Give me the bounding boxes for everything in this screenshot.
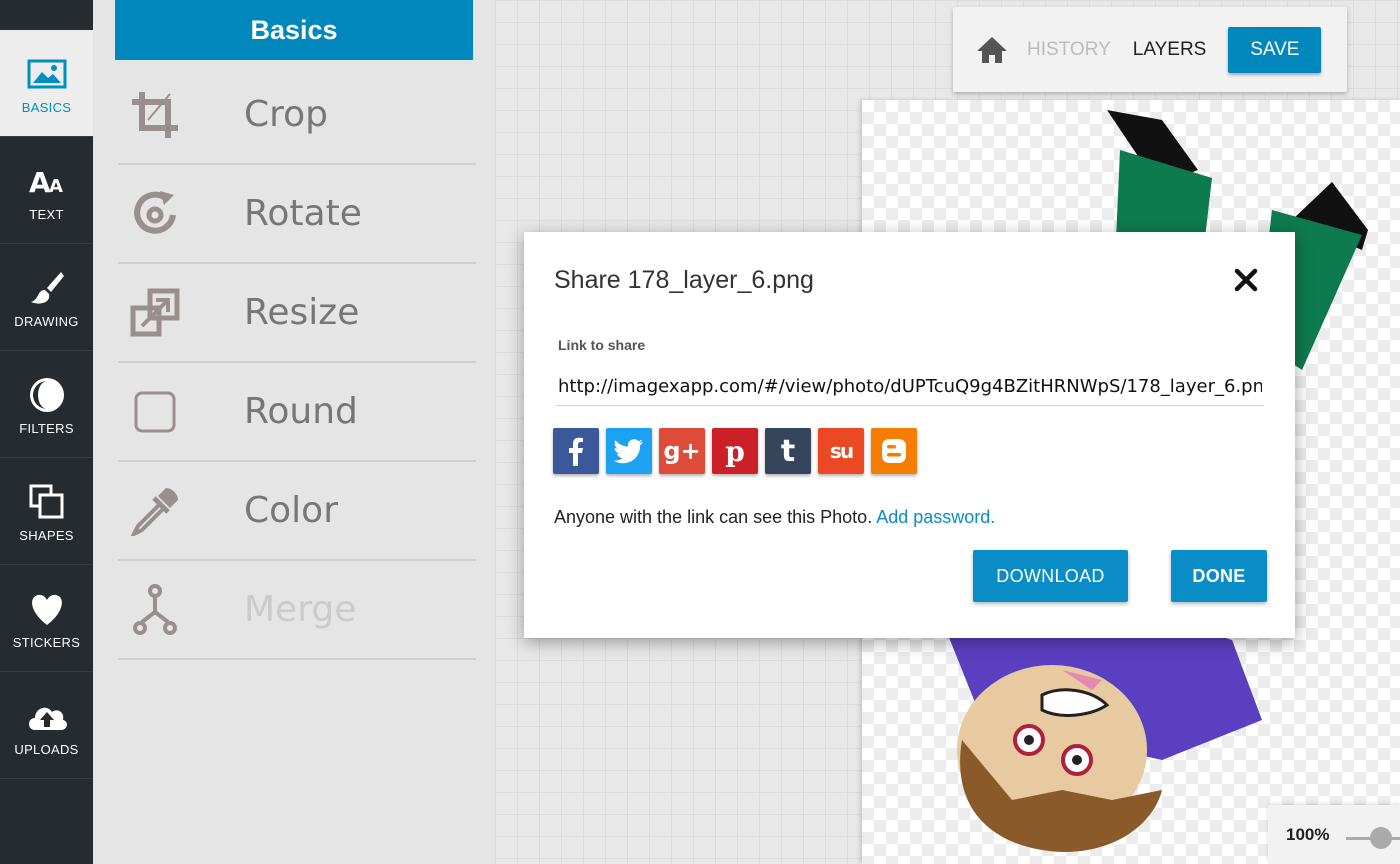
panel-title: Basics <box>115 0 473 60</box>
merge-icon <box>118 583 192 636</box>
image-icon <box>25 52 69 96</box>
save-button[interactable]: SAVE <box>1228 26 1322 73</box>
nav-top-spacer <box>0 0 93 30</box>
nav-item-shapes[interactable]: SHAPES <box>0 458 93 565</box>
add-password-link[interactable]: Add password. <box>876 507 995 527</box>
nav-label: BASICS <box>21 99 72 115</box>
tool-label: Merge <box>244 589 357 630</box>
blogger-share-button[interactable] <box>871 428 917 474</box>
nav-item-text[interactable]: AA TEXT <box>0 137 93 244</box>
brush-icon <box>25 266 69 310</box>
tool-resize[interactable]: Resize <box>118 264 476 363</box>
social-buttons: g+ p t su <box>553 428 917 474</box>
blogger-icon <box>882 439 906 463</box>
history-tab[interactable]: HISTORY <box>1027 39 1111 61</box>
tool-merge[interactable]: Merge <box>118 561 476 660</box>
tool-label: Color <box>244 490 338 531</box>
tool-round[interactable]: Round <box>118 363 476 462</box>
facebook-share-button[interactable] <box>553 428 599 474</box>
nav-label: FILTERS <box>19 420 74 436</box>
close-button[interactable] <box>1232 266 1260 294</box>
nav-label: TEXT <box>29 206 64 222</box>
nav-label: UPLOADS <box>14 741 79 757</box>
share-note: Anyone with the link can see this Photo.… <box>554 507 995 528</box>
heart-icon <box>25 587 69 631</box>
tool-label: Crop <box>244 94 329 135</box>
twitter-share-button[interactable] <box>606 428 652 474</box>
nav-item-filters[interactable]: FILTERS <box>0 351 93 458</box>
tool-rotate[interactable]: Rotate <box>118 165 476 264</box>
filter-icon <box>25 373 69 417</box>
zoom-value: 100% <box>1286 824 1330 844</box>
close-icon <box>1234 268 1258 292</box>
download-button[interactable]: DOWNLOAD <box>973 550 1128 602</box>
stumbleupon-icon: su <box>829 439 854 463</box>
zoom-control: 100% <box>1268 805 1400 864</box>
link-label: Link to share <box>558 337 646 353</box>
top-toolbar: HISTORY LAYERS SAVE <box>953 7 1347 92</box>
home-icon <box>977 36 1007 63</box>
basics-panel: Basics Crop Rotate Resize Round Color Me <box>93 0 495 864</box>
tool-color[interactable]: Color <box>118 462 476 561</box>
resize-icon <box>118 288 192 338</box>
eyedropper-icon <box>118 486 192 536</box>
google-plus-share-button[interactable]: g+ <box>659 428 705 474</box>
layers-tab[interactable]: LAYERS <box>1133 39 1207 61</box>
nav-label: DRAWING <box>14 313 79 329</box>
stumbleupon-share-button[interactable]: su <box>818 428 864 474</box>
pinterest-icon: p <box>725 434 745 468</box>
dialog-title: Share 178_layer_6.png <box>554 266 814 294</box>
twitter-icon <box>614 439 643 464</box>
tool-label: Round <box>244 391 358 432</box>
pinterest-share-button[interactable]: p <box>712 428 758 474</box>
zoom-slider-knob[interactable] <box>1370 827 1392 849</box>
facebook-icon <box>569 437 583 466</box>
tool-label: Resize <box>244 292 360 333</box>
tool-crop[interactable]: Crop <box>118 66 476 165</box>
nav-item-stickers[interactable]: STICKERS <box>0 565 93 672</box>
nav-item-drawing[interactable]: DRAWING <box>0 244 93 351</box>
svg-text:A: A <box>29 166 51 197</box>
nav-item-basics[interactable]: BASICS <box>0 30 93 137</box>
tool-label: Rotate <box>244 193 362 234</box>
share-link-input[interactable] <box>556 368 1264 406</box>
svg-text:A: A <box>49 176 63 197</box>
cloud-upload-icon <box>25 694 69 738</box>
nav-item-uploads[interactable]: UPLOADS <box>0 672 93 779</box>
left-nav: BASICS AA TEXT DRAWING FILTERS SHAPES ST… <box>0 0 93 864</box>
tumblr-share-button[interactable]: t <box>765 428 811 474</box>
shapes-icon <box>25 480 69 524</box>
home-button[interactable] <box>975 35 1011 65</box>
round-icon <box>118 390 192 434</box>
crop-icon <box>118 90 192 140</box>
rotate-icon <box>118 189 192 239</box>
nav-label: STICKERS <box>12 634 81 650</box>
share-dialog: Share 178_layer_6.png Link to share g+ p… <box>524 232 1295 638</box>
nav-label: SHAPES <box>19 527 74 543</box>
text-icon: AA <box>25 159 69 203</box>
google-plus-icon: g+ <box>663 437 701 465</box>
tumblr-icon: t <box>780 433 796 469</box>
done-button[interactable]: DONE <box>1171 550 1267 602</box>
share-note-text: Anyone with the link can see this Photo. <box>554 507 873 527</box>
